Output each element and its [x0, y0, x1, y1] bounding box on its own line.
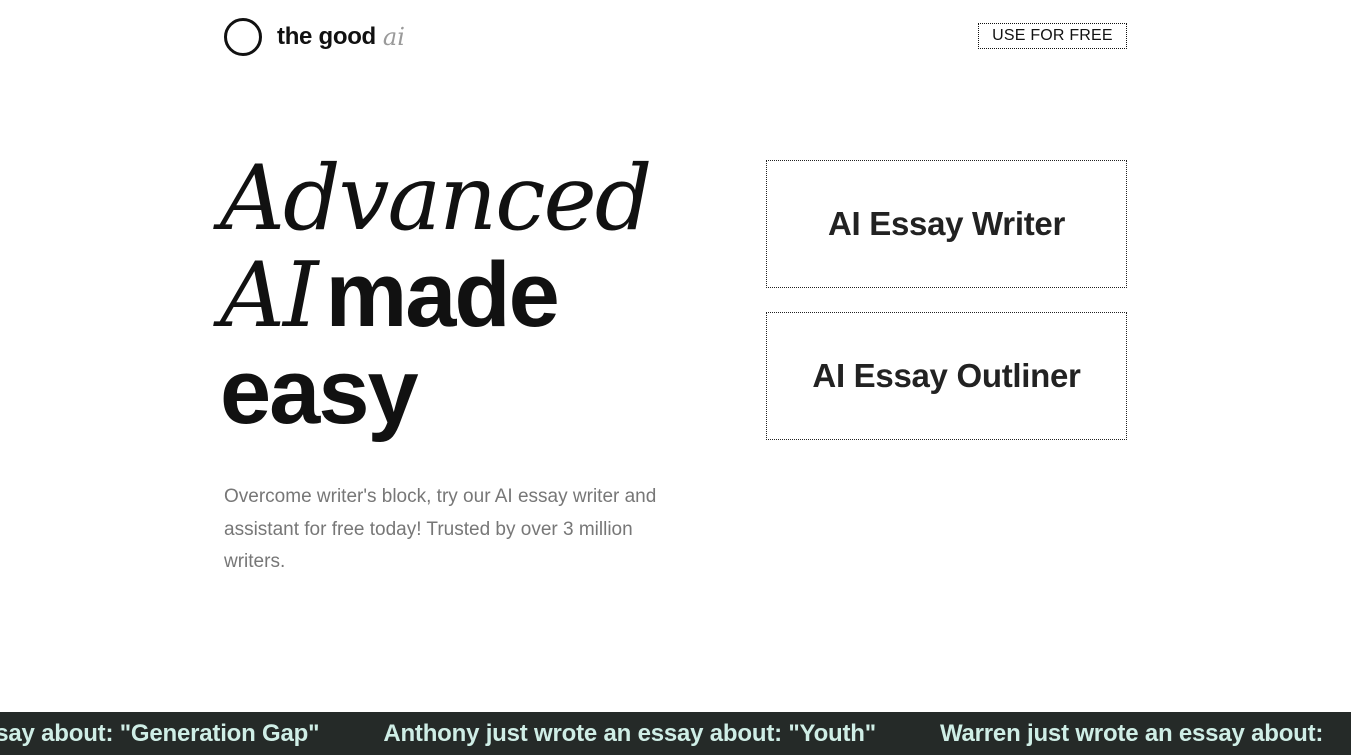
hero-word-advanced: Advanced [220, 146, 652, 251]
hero-word-ai: AI [220, 243, 319, 348]
hero-line-2: AI made [220, 244, 650, 346]
hero-word-easy: easy [220, 341, 419, 443]
activity-ticker: n essay about: "Generation Gap" Anthony … [0, 712, 1351, 755]
hero-word-made: made [325, 244, 559, 346]
ticker-item: Anthony just wrote an essay about: "Yout… [383, 719, 876, 747]
ai-essay-writer-label: AI Essay Writer [827, 205, 1065, 242]
logo-text: the good [277, 23, 376, 50]
ticker-track: n essay about: "Generation Gap" Anthony … [0, 712, 1351, 755]
hero-line-3: easy [220, 344, 650, 441]
hero-title: Advanced AI made easy [220, 150, 652, 441]
page: the good ai USE FOR FREE Advanced AI mad… [0, 0, 1351, 755]
use-for-free-button[interactable]: USE FOR FREE [978, 23, 1127, 49]
site-header: the good ai USE FOR FREE [224, 18, 1127, 56]
ticker-item: Warren just wrote an essay about: [939, 719, 1324, 747]
logo-ai-text: ai [382, 23, 405, 51]
ai-essay-outliner-card[interactable]: AI Essay Outliner [766, 312, 1127, 440]
ai-essay-outliner-label: AI Essay Outliner [812, 357, 1081, 394]
ticker-item: n essay about: "Generation Gap" [0, 719, 320, 747]
circle-logo-icon [224, 18, 262, 56]
logo-link[interactable]: the good ai [224, 18, 405, 56]
ai-essay-writer-card[interactable]: AI Essay Writer [766, 160, 1127, 288]
hero-line-1: Advanced [220, 150, 652, 247]
hero-subtitle: Overcome writer's block, try our AI essa… [224, 486, 657, 572]
